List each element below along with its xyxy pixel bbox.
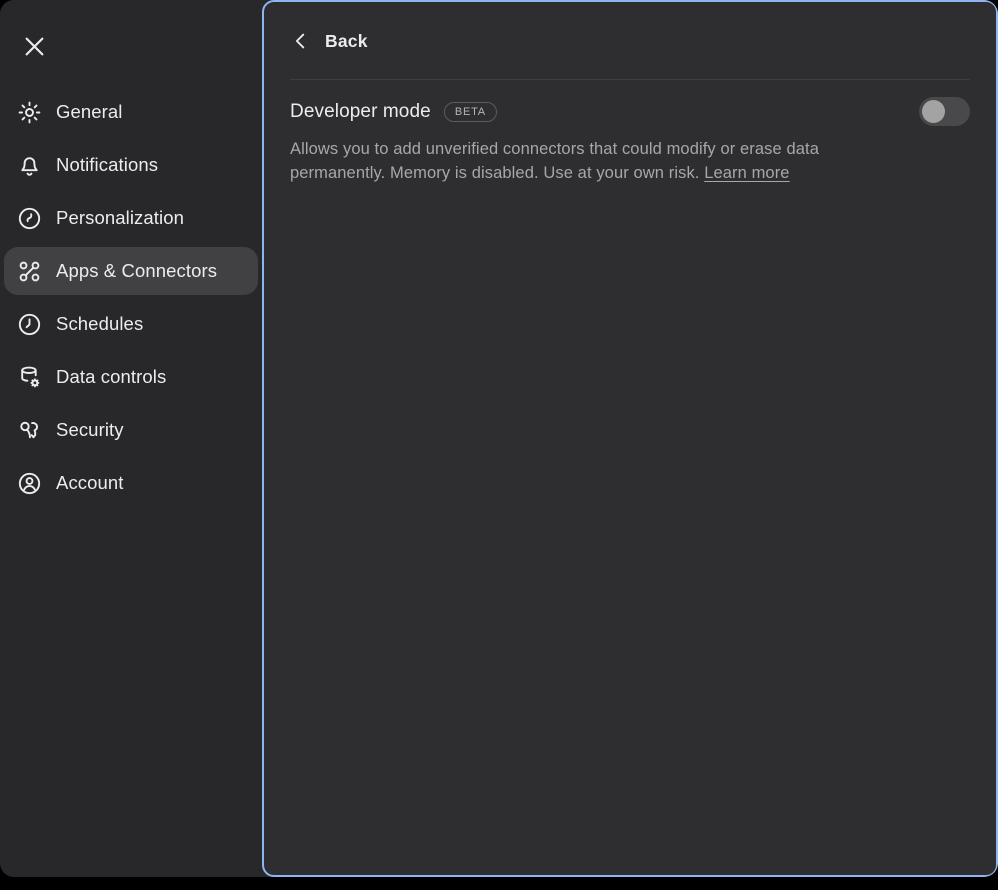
sidebar-item-label: Security — [56, 419, 124, 440]
back-button[interactable]: Back — [290, 30, 368, 52]
beta-badge: BETA — [443, 101, 497, 122]
panel-header: Back — [290, 13, 970, 69]
personalization-icon — [16, 205, 43, 232]
sidebar-item-label: Personalization — [56, 207, 184, 228]
sidebar-item-personalization[interactable]: Personalization — [4, 194, 258, 242]
developer-mode-setting: Developer mode BETA Allows you to add un… — [290, 97, 970, 185]
sidebar-item-security[interactable]: Security — [4, 406, 258, 454]
settings-screen: General Notifications Personalization Apps … — [0, 0, 998, 890]
sidebar-item-label: Data controls — [56, 366, 167, 387]
sidebar-item-account[interactable]: Account — [4, 459, 258, 507]
developer-mode-description: Allows you to add unverified connectors … — [290, 137, 896, 185]
settings-sidebar: General Notifications Personalization Apps … — [0, 0, 262, 877]
keys-icon — [16, 417, 43, 444]
sidebar-item-label: Account — [56, 472, 124, 493]
back-label: Back — [325, 30, 368, 51]
divider — [290, 79, 970, 80]
close-button[interactable] — [14, 26, 54, 66]
apps-connectors-icon — [16, 258, 43, 285]
clock-icon — [16, 311, 43, 338]
toggle-knob — [922, 100, 945, 123]
developer-mode-title: Developer mode — [290, 100, 431, 122]
sidebar-item-general[interactable]: General — [4, 88, 258, 136]
bell-icon — [16, 152, 43, 179]
apps-connectors-panel: Back Developer mode BETA Allows you to a… — [262, 0, 998, 877]
sidebar-item-schedules[interactable]: Schedules — [4, 300, 258, 348]
developer-mode-toggle[interactable] — [919, 97, 970, 126]
database-gear-icon — [16, 364, 43, 391]
settings-dialog: General Notifications Personalization Apps … — [0, 0, 998, 877]
gear-icon — [16, 99, 43, 126]
sidebar-nav: General Notifications Personalization Apps … — [4, 88, 258, 507]
sidebar-item-label: Apps & Connectors — [56, 260, 218, 281]
sidebar-item-notifications[interactable]: Notifications — [4, 141, 258, 189]
learn-more-link[interactable]: Learn more — [704, 164, 789, 182]
close-icon — [21, 33, 48, 60]
sidebar-item-apps-connectors[interactable]: Apps & Connectors — [4, 247, 258, 295]
sidebar-item-data-controls[interactable]: Data controls — [4, 353, 258, 401]
chevron-left-icon — [290, 30, 325, 52]
sidebar-item-label: General — [56, 101, 123, 122]
sidebar-item-label: Notifications — [56, 154, 159, 175]
sidebar-item-label: Schedules — [56, 313, 144, 334]
person-circle-icon — [16, 470, 43, 497]
developer-mode-header: Developer mode BETA — [290, 97, 970, 126]
